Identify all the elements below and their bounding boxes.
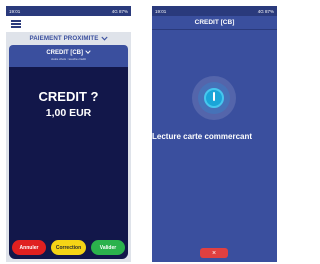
cancel-button[interactable]: × bbox=[200, 248, 228, 258]
status-time: 19:01 bbox=[9, 8, 21, 14]
status-bar: 19:01 4G 87% bbox=[152, 6, 277, 16]
amount-panel: CREDIT ? 1,00 EUR Annuler Correction Val… bbox=[9, 67, 128, 259]
transaction-type-selector[interactable]: CREDIT [CB] Autre choix : touche crédit bbox=[9, 45, 128, 70]
card-reading-screen: 19:01 4G 87% CREDIT [CB] Lecture carte c… bbox=[152, 6, 277, 262]
validate-button[interactable]: Valider bbox=[91, 240, 125, 255]
status-indicators: 4G 87% bbox=[111, 8, 128, 14]
amount-question: CREDIT ? bbox=[38, 89, 99, 104]
payment-mode-label: PAIEMENT PROXIMITE bbox=[29, 35, 99, 42]
status-time: 19:01 bbox=[155, 8, 167, 14]
transaction-hint: Autre choix : touche crédit bbox=[51, 57, 86, 61]
transaction-type-label: CREDIT [CB] bbox=[46, 50, 83, 56]
app-top-bar bbox=[6, 16, 131, 32]
correction-button[interactable]: Correction bbox=[51, 240, 86, 255]
payment-mode-selector[interactable]: PAIEMENT PROXIMITE bbox=[6, 32, 131, 45]
card-reading-message: Lecture carte commercant bbox=[152, 132, 253, 141]
chevron-down-icon bbox=[85, 50, 91, 54]
hamburger-menu-icon[interactable] bbox=[11, 20, 21, 28]
card-reader-indicator-icon bbox=[213, 92, 215, 101]
chevron-down-icon bbox=[100, 36, 108, 41]
screen-header: CREDIT [CB] bbox=[152, 16, 277, 30]
amount-value: 1,00 EUR bbox=[45, 107, 92, 119]
status-indicators: 4G 87% bbox=[257, 8, 274, 14]
status-bar: 19:01 4G 87% bbox=[6, 6, 131, 16]
cancel-button[interactable]: Annuler bbox=[12, 240, 46, 255]
credit-entry-screen: 19:01 4G 87% PAIEMENT PROXIMITE CREDIT [… bbox=[6, 6, 131, 262]
